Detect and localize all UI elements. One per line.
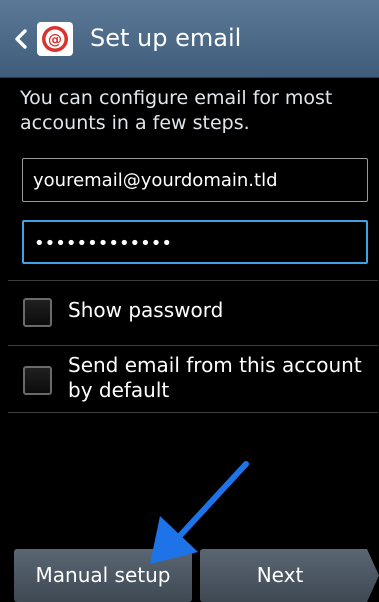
- show-password-row[interactable]: Show password: [0, 281, 379, 345]
- next-button[interactable]: Next: [200, 549, 360, 602]
- phone-frame: @ Set up email You can configure email f…: [0, 0, 379, 602]
- next-arrow-icon: [359, 549, 379, 602]
- svg-text:@: @: [48, 32, 62, 48]
- email-app-icon: @: [36, 21, 74, 57]
- manual-setup-button[interactable]: Manual setup: [14, 549, 192, 602]
- default-account-checkbox[interactable]: [23, 366, 52, 395]
- default-account-row[interactable]: Send email from this account by default: [0, 346, 379, 412]
- page-title: Set up email: [90, 24, 242, 52]
- intro-text: You can configure email for most account…: [20, 87, 333, 134]
- email-field[interactable]: [22, 158, 368, 202]
- divider: [8, 412, 378, 413]
- password-field[interactable]: [22, 220, 368, 264]
- show-password-label: Show password: [68, 298, 224, 322]
- title-bar: @ Set up email: [0, 0, 379, 78]
- show-password-checkbox[interactable]: [23, 298, 52, 327]
- back-button[interactable]: [10, 20, 32, 58]
- chevron-left-icon: [15, 29, 27, 49]
- email-setup-screen: @ Set up email You can configure email f…: [0, 0, 379, 602]
- default-account-label: Send email from this account by default: [68, 353, 362, 402]
